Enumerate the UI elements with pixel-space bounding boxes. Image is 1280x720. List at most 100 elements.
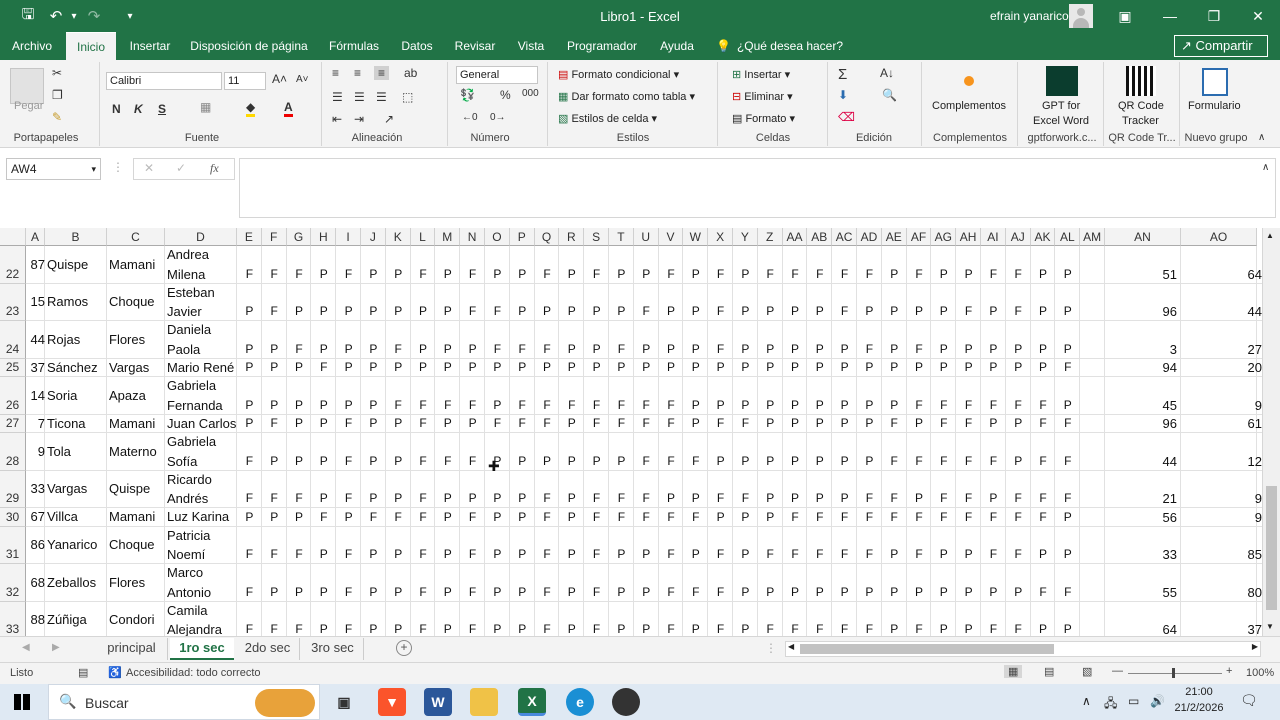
battery-icon[interactable]: ▭	[1128, 694, 1139, 708]
copy-icon[interactable]: ❐	[52, 88, 63, 102]
attendance-cell[interactable]: F	[659, 585, 684, 599]
scroll-up-icon[interactable]: ▲	[1266, 231, 1274, 240]
attendance-cell[interactable]: F	[386, 342, 411, 356]
tray-chevron-icon[interactable]: ∧	[1082, 694, 1091, 708]
attendance-cell[interactable]: P	[758, 304, 783, 318]
attendance-cell[interactable]: F	[584, 622, 609, 636]
brave-icon[interactable]: ▼	[378, 688, 406, 716]
attendance-cell[interactable]: F	[857, 267, 882, 281]
column-header-w[interactable]: W	[683, 228, 709, 246]
decrease-indent-icon[interactable]: ⇤	[332, 112, 342, 126]
attendance-cell[interactable]: P	[584, 304, 609, 318]
cell-score-an[interactable]: 56	[1105, 510, 1177, 525]
attendance-cell[interactable]: F	[460, 398, 485, 412]
attendance-cell[interactable]: F	[584, 491, 609, 505]
attendance-cell[interactable]: P	[981, 304, 1006, 318]
attendance-cell[interactable]: F	[907, 622, 932, 636]
app-icon[interactable]	[612, 688, 640, 716]
cell-surname-1[interactable]: Vargas	[47, 481, 109, 496]
worksheet-grid[interactable]: A B C D E F G H I J K L M N O P Q R S T U V W X Y Z AA AB AC AD AE AF AG…	[0, 228, 1262, 636]
column-header-x[interactable]: X	[708, 228, 733, 246]
attendance-cell[interactable]: P	[386, 585, 411, 599]
attendance-cell[interactable]: P	[386, 491, 411, 505]
attendance-cell[interactable]: F	[956, 454, 981, 468]
attendance-cell[interactable]: P	[460, 491, 485, 505]
cell-number[interactable]: 9	[26, 444, 45, 459]
attendance-cell[interactable]: F	[584, 547, 609, 561]
attendance-cell[interactable]: P	[485, 491, 510, 505]
attendance-cell[interactable]: P	[1055, 510, 1080, 524]
align-top-icon[interactable]: ≡	[332, 66, 339, 80]
attendance-cell[interactable]: F	[609, 416, 634, 430]
attendance-cell[interactable]: F	[956, 416, 981, 430]
cell-number[interactable]: 87	[26, 257, 45, 272]
attendance-cell[interactable]: P	[510, 547, 535, 561]
attendance-cell[interactable]: P	[411, 360, 436, 374]
attendance-cell[interactable]: F	[708, 622, 733, 636]
attendance-cell[interactable]: F	[609, 491, 634, 505]
attendance-cell[interactable]: P	[807, 398, 832, 412]
zoom-slider-thumb[interactable]	[1172, 668, 1175, 678]
attendance-cell[interactable]: F	[386, 510, 411, 524]
tab-archivo[interactable]: Archivo	[4, 32, 60, 60]
attendance-cell[interactable]: F	[931, 510, 956, 524]
cell-surname-1[interactable]: Yanarico	[47, 537, 109, 552]
windows-start-icon[interactable]	[14, 694, 30, 710]
volume-icon[interactable]: 🔊	[1150, 694, 1165, 708]
attendance-cell[interactable]: F	[683, 510, 708, 524]
attendance-cell[interactable]: P	[262, 398, 287, 412]
attendance-cell[interactable]: P	[510, 491, 535, 505]
attendance-cell[interactable]: P	[361, 342, 386, 356]
attendance-cell[interactable]: P	[956, 360, 981, 374]
attendance-cell[interactable]: P	[609, 547, 634, 561]
cell-score-an[interactable]: 94	[1105, 360, 1177, 375]
attendance-cell[interactable]: F	[336, 547, 361, 561]
attendance-cell[interactable]: F	[832, 304, 857, 318]
hscroll-thumb[interactable]	[800, 644, 1054, 654]
edge-icon[interactable]: e	[566, 688, 594, 716]
cell-first-name[interactable]: Gabriela	[167, 434, 239, 449]
accounting-icon[interactable]: 💱	[460, 88, 475, 102]
attendance-cell[interactable]: P	[287, 360, 312, 374]
attendance-cell[interactable]: F	[832, 622, 857, 636]
column-header-i[interactable]: I	[336, 228, 361, 246]
attendance-cell[interactable]: P	[435, 304, 460, 318]
attendance-cell[interactable]: F	[832, 510, 857, 524]
column-header-y[interactable]: Y	[733, 228, 758, 246]
column-header-r[interactable]: R	[559, 228, 585, 246]
attendance-cell[interactable]: P	[559, 491, 584, 505]
attendance-cell[interactable]: F	[981, 398, 1006, 412]
attendance-cell[interactable]: P	[311, 491, 336, 505]
excel-icon[interactable]: X	[518, 688, 546, 716]
attendance-cell[interactable]: F	[609, 342, 634, 356]
cell-surname-1[interactable]: Soria	[47, 388, 109, 403]
attendance-cell[interactable]: F	[659, 267, 684, 281]
cell-surname-1[interactable]: Ticona	[47, 416, 109, 431]
sort-filter-icon[interactable]: A↓	[880, 66, 894, 80]
cell-score-an[interactable]: 45	[1105, 398, 1177, 413]
avatar[interactable]	[1069, 4, 1093, 28]
page-layout-icon[interactable]: ▤	[1044, 665, 1054, 678]
attendance-cell[interactable]: F	[535, 267, 560, 281]
attendance-cell[interactable]: F	[584, 398, 609, 412]
attendance-cell[interactable]: P	[832, 416, 857, 430]
attendance-cell[interactable]: P	[1006, 585, 1031, 599]
attendance-cell[interactable]: P	[535, 360, 560, 374]
cell-first-name-line2[interactable]: Fernanda	[167, 398, 239, 413]
attendance-cell[interactable]: P	[708, 360, 733, 374]
name-box[interactable]: AW4 ▾	[6, 158, 101, 180]
find-select-icon[interactable]: 🔍	[882, 88, 897, 102]
attendance-cell[interactable]: P	[1055, 622, 1080, 636]
attendance-cell[interactable]: P	[435, 585, 460, 599]
cell-surname-2[interactable]: Choque	[109, 537, 167, 552]
column-header-b[interactable]: B	[45, 228, 107, 246]
attendance-cell[interactable]: F	[659, 454, 684, 468]
delete-cells-button[interactable]: ⊟ Eliminar ▾	[732, 90, 793, 103]
undo-dropdown-icon[interactable]: ▾	[64, 6, 84, 26]
attendance-cell[interactable]: P	[361, 304, 386, 318]
cell-number[interactable]: 44	[26, 332, 45, 347]
align-left-icon[interactable]: ☰	[332, 90, 343, 104]
attendance-cell[interactable]: P	[361, 622, 386, 636]
attendance-cell[interactable]: F	[535, 547, 560, 561]
attendance-cell[interactable]: P	[832, 585, 857, 599]
